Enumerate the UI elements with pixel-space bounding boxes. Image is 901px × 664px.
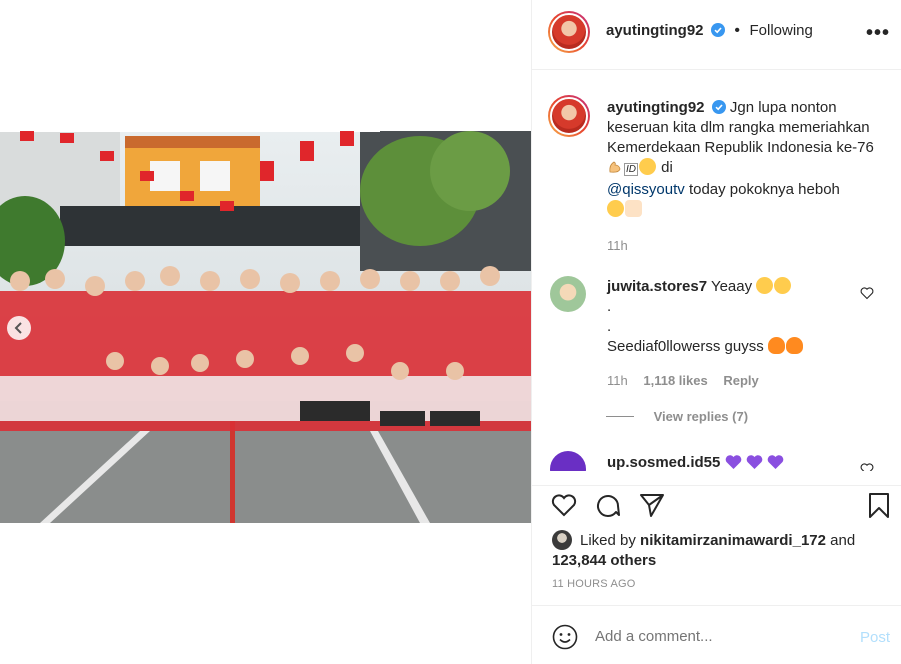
likes-count[interactable]: 123,844 others <box>552 552 656 569</box>
liker-avatar[interactable] <box>552 530 572 550</box>
verified-badge-icon <box>710 23 725 37</box>
purple-heart-icon <box>725 455 741 469</box>
comment-username[interactable]: up.sosmed.id55 <box>607 454 720 471</box>
comment-time[interactable]: 11h <box>607 373 628 388</box>
following-button[interactable]: Following <box>749 22 812 39</box>
commenter-avatar[interactable] <box>550 451 586 471</box>
reply-button[interactable]: Reply <box>723 373 758 388</box>
comment-like-heart-icon[interactable] <box>860 286 874 300</box>
commenter-avatar[interactable] <box>550 276 586 312</box>
add-comment-bar: Post <box>532 605 901 664</box>
add-comment-input[interactable] <box>595 628 835 645</box>
comment-line-3: . <box>607 318 612 335</box>
liked-by-prefix: Liked by <box>580 532 636 549</box>
header-user-line: ayutingting92 • Following <box>606 22 813 40</box>
comment-icon[interactable] <box>594 491 622 519</box>
caption-mention[interactable]: @qissyoutv <box>607 181 685 198</box>
comment-item: up.sosmed.id55 <box>607 453 847 471</box>
caption-text-2: di <box>661 159 673 176</box>
action-bar <box>532 485 901 525</box>
fire-emoji-icon <box>767 337 785 354</box>
heart-eyes-emoji-icon <box>774 277 792 294</box>
emoji-icon[interactable] <box>552 624 578 650</box>
heart-icon[interactable] <box>550 491 578 519</box>
post-header: ayutingting92 • Following ••• <box>532 0 901 70</box>
comment-meta: 11h 1,118 likes Reply <box>607 371 847 391</box>
chevron-left-icon <box>14 322 22 334</box>
caption-time[interactable]: 11h <box>607 236 877 256</box>
caption: ayutingting92 Jgn lupa nonton keseruan k… <box>607 98 877 256</box>
separator-dot: • <box>734 22 741 39</box>
bookmark-icon[interactable] <box>865 491 893 519</box>
post-photo[interactable] <box>0 131 531 523</box>
comment-like-heart-icon[interactable] <box>860 462 874 471</box>
purple-heart-icon <box>767 455 784 469</box>
heart-eyes-emoji-icon <box>756 277 774 294</box>
comment-line-4: Seediaf0llowerss guyss <box>607 338 764 355</box>
fire-emoji-icon <box>785 337 803 354</box>
caption-avatar[interactable] <box>548 95 590 137</box>
view-replies-row[interactable]: View replies (7) <box>606 407 846 427</box>
victory-hand-emoji-icon <box>625 200 642 217</box>
replies-divider <box>606 416 634 417</box>
smiling-hearts-emoji-icon <box>607 200 624 217</box>
post-side-panel: ayutingting92 • Following ••• ayutingtin… <box>531 0 901 664</box>
verified-badge-icon <box>711 100 726 114</box>
instagram-post-view: ayutingting92 • Following ••• ayutingtin… <box>0 0 901 664</box>
media-area <box>0 0 531 664</box>
more-options-icon[interactable]: ••• <box>866 22 890 45</box>
liker-username[interactable]: nikitamirzanimawardi_172 <box>640 532 826 549</box>
previous-photo-button[interactable] <box>7 316 31 340</box>
kissing-face-emoji-icon <box>639 158 656 175</box>
share-icon[interactable] <box>638 491 666 519</box>
comment-likes[interactable]: 1,118 likes <box>643 373 707 388</box>
comments-list[interactable]: ayutingting92 Jgn lupa nonton keseruan k… <box>532 71 901 471</box>
author-avatar[interactable] <box>548 11 590 53</box>
caption-username[interactable]: ayutingting92 <box>607 99 705 116</box>
indonesia-flag-badge: ID <box>624 163 638 176</box>
author-username[interactable]: ayutingting92 <box>606 22 704 39</box>
liked-by-and: and <box>830 532 856 549</box>
post-timestamp[interactable]: 11 HOURS AGO <box>552 578 636 590</box>
post-comment-button[interactable]: Post <box>860 629 890 646</box>
photo-illustration <box>0 131 531 523</box>
view-replies-button[interactable]: View replies (7) <box>654 409 748 424</box>
purple-heart-icon <box>746 455 763 469</box>
likes-summary: Liked by nikitamirzanimawardi_172 and 12… <box>552 530 892 571</box>
comment-line-1: Yeaay <box>710 278 753 295</box>
flexed-biceps-emoji-icon <box>607 159 623 175</box>
comment-line-2: . <box>607 298 612 315</box>
comment-item: juwita.stores7 Yeaay . . Seediaf0llowers… <box>606 277 847 427</box>
comment-username[interactable]: juwita.stores7 <box>607 278 707 295</box>
caption-text-3: today pokoknya heboh <box>688 181 840 198</box>
